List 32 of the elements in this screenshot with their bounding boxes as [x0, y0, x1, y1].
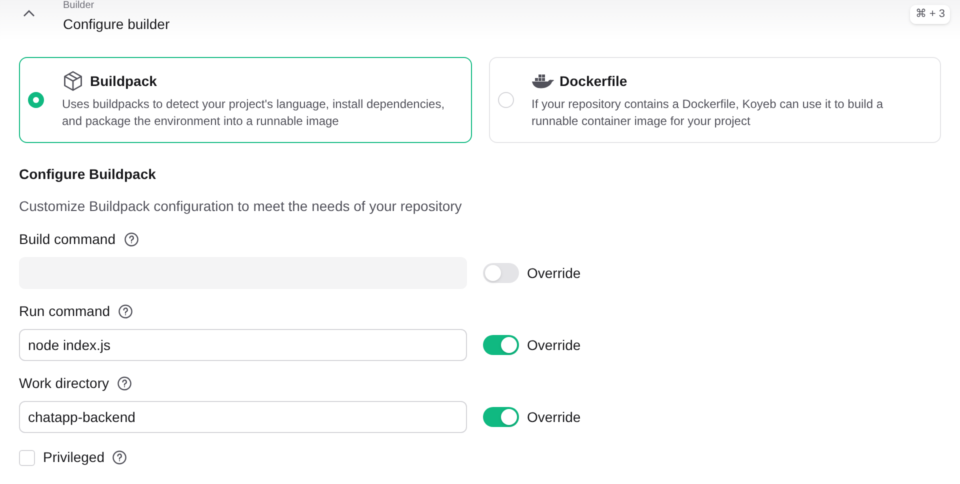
- builder-option-card[interactable]: Dockerfile If your repository contains a Dockerfile, Koyeb can use it to build a runnable container image for your project: [488, 57, 941, 143]
- field-label: Build command: [19, 230, 116, 249]
- toggle-switch[interactable]: [483, 335, 519, 355]
- toggle-label: Override: [527, 408, 581, 426]
- help-icon: [112, 450, 128, 465]
- toggle-label: Override: [527, 336, 581, 354]
- toggle-label: Override: [527, 264, 581, 282]
- option-description: If your repository contains a Dockerfile, Koyeb can use it to build a runnable container image for your project: [532, 96, 884, 130]
- option-description: Uses buildpacks to detect your project's language, install dependencies, and package the environment into a runnable image: [62, 96, 446, 130]
- builder-option-card[interactable]: Buildpack Uses buildpacks to detect your project's language, install dependencies, and package the environment into a runnable image: [19, 57, 472, 143]
- section-description: Customize Buildpack configuration to meet the needs of your repository: [19, 197, 463, 216]
- section-label: Builder: [63, 0, 96, 11]
- option-title: Buildpack: [90, 72, 157, 91]
- radio-button[interactable]: [498, 92, 514, 108]
- input-field[interactable]: chatapp-backend: [19, 401, 467, 433]
- field-label: Work directory: [19, 374, 109, 393]
- option-title: Dockerfile: [560, 72, 628, 90]
- input-field[interactable]: node index.js: [19, 329, 467, 361]
- checkbox-label: Privileged: [43, 448, 104, 467]
- help-icon: [118, 304, 134, 319]
- box-icon: [62, 70, 84, 92]
- toggle-switch[interactable]: [483, 263, 519, 283]
- radio-button[interactable]: [28, 92, 44, 108]
- toggle-switch[interactable]: [483, 407, 519, 427]
- checkbox[interactable]: [19, 450, 35, 466]
- field-label: Run command: [19, 302, 110, 321]
- shortcut-badge: ⌘ + 3: [910, 5, 950, 24]
- section-title: Configure builder: [63, 15, 170, 33]
- help-icon: [124, 232, 138, 247]
- section-heading: Configure Buildpack: [19, 165, 157, 184]
- help-icon: [116, 376, 132, 391]
- chevron-up-icon[interactable]: [22, 8, 36, 18]
